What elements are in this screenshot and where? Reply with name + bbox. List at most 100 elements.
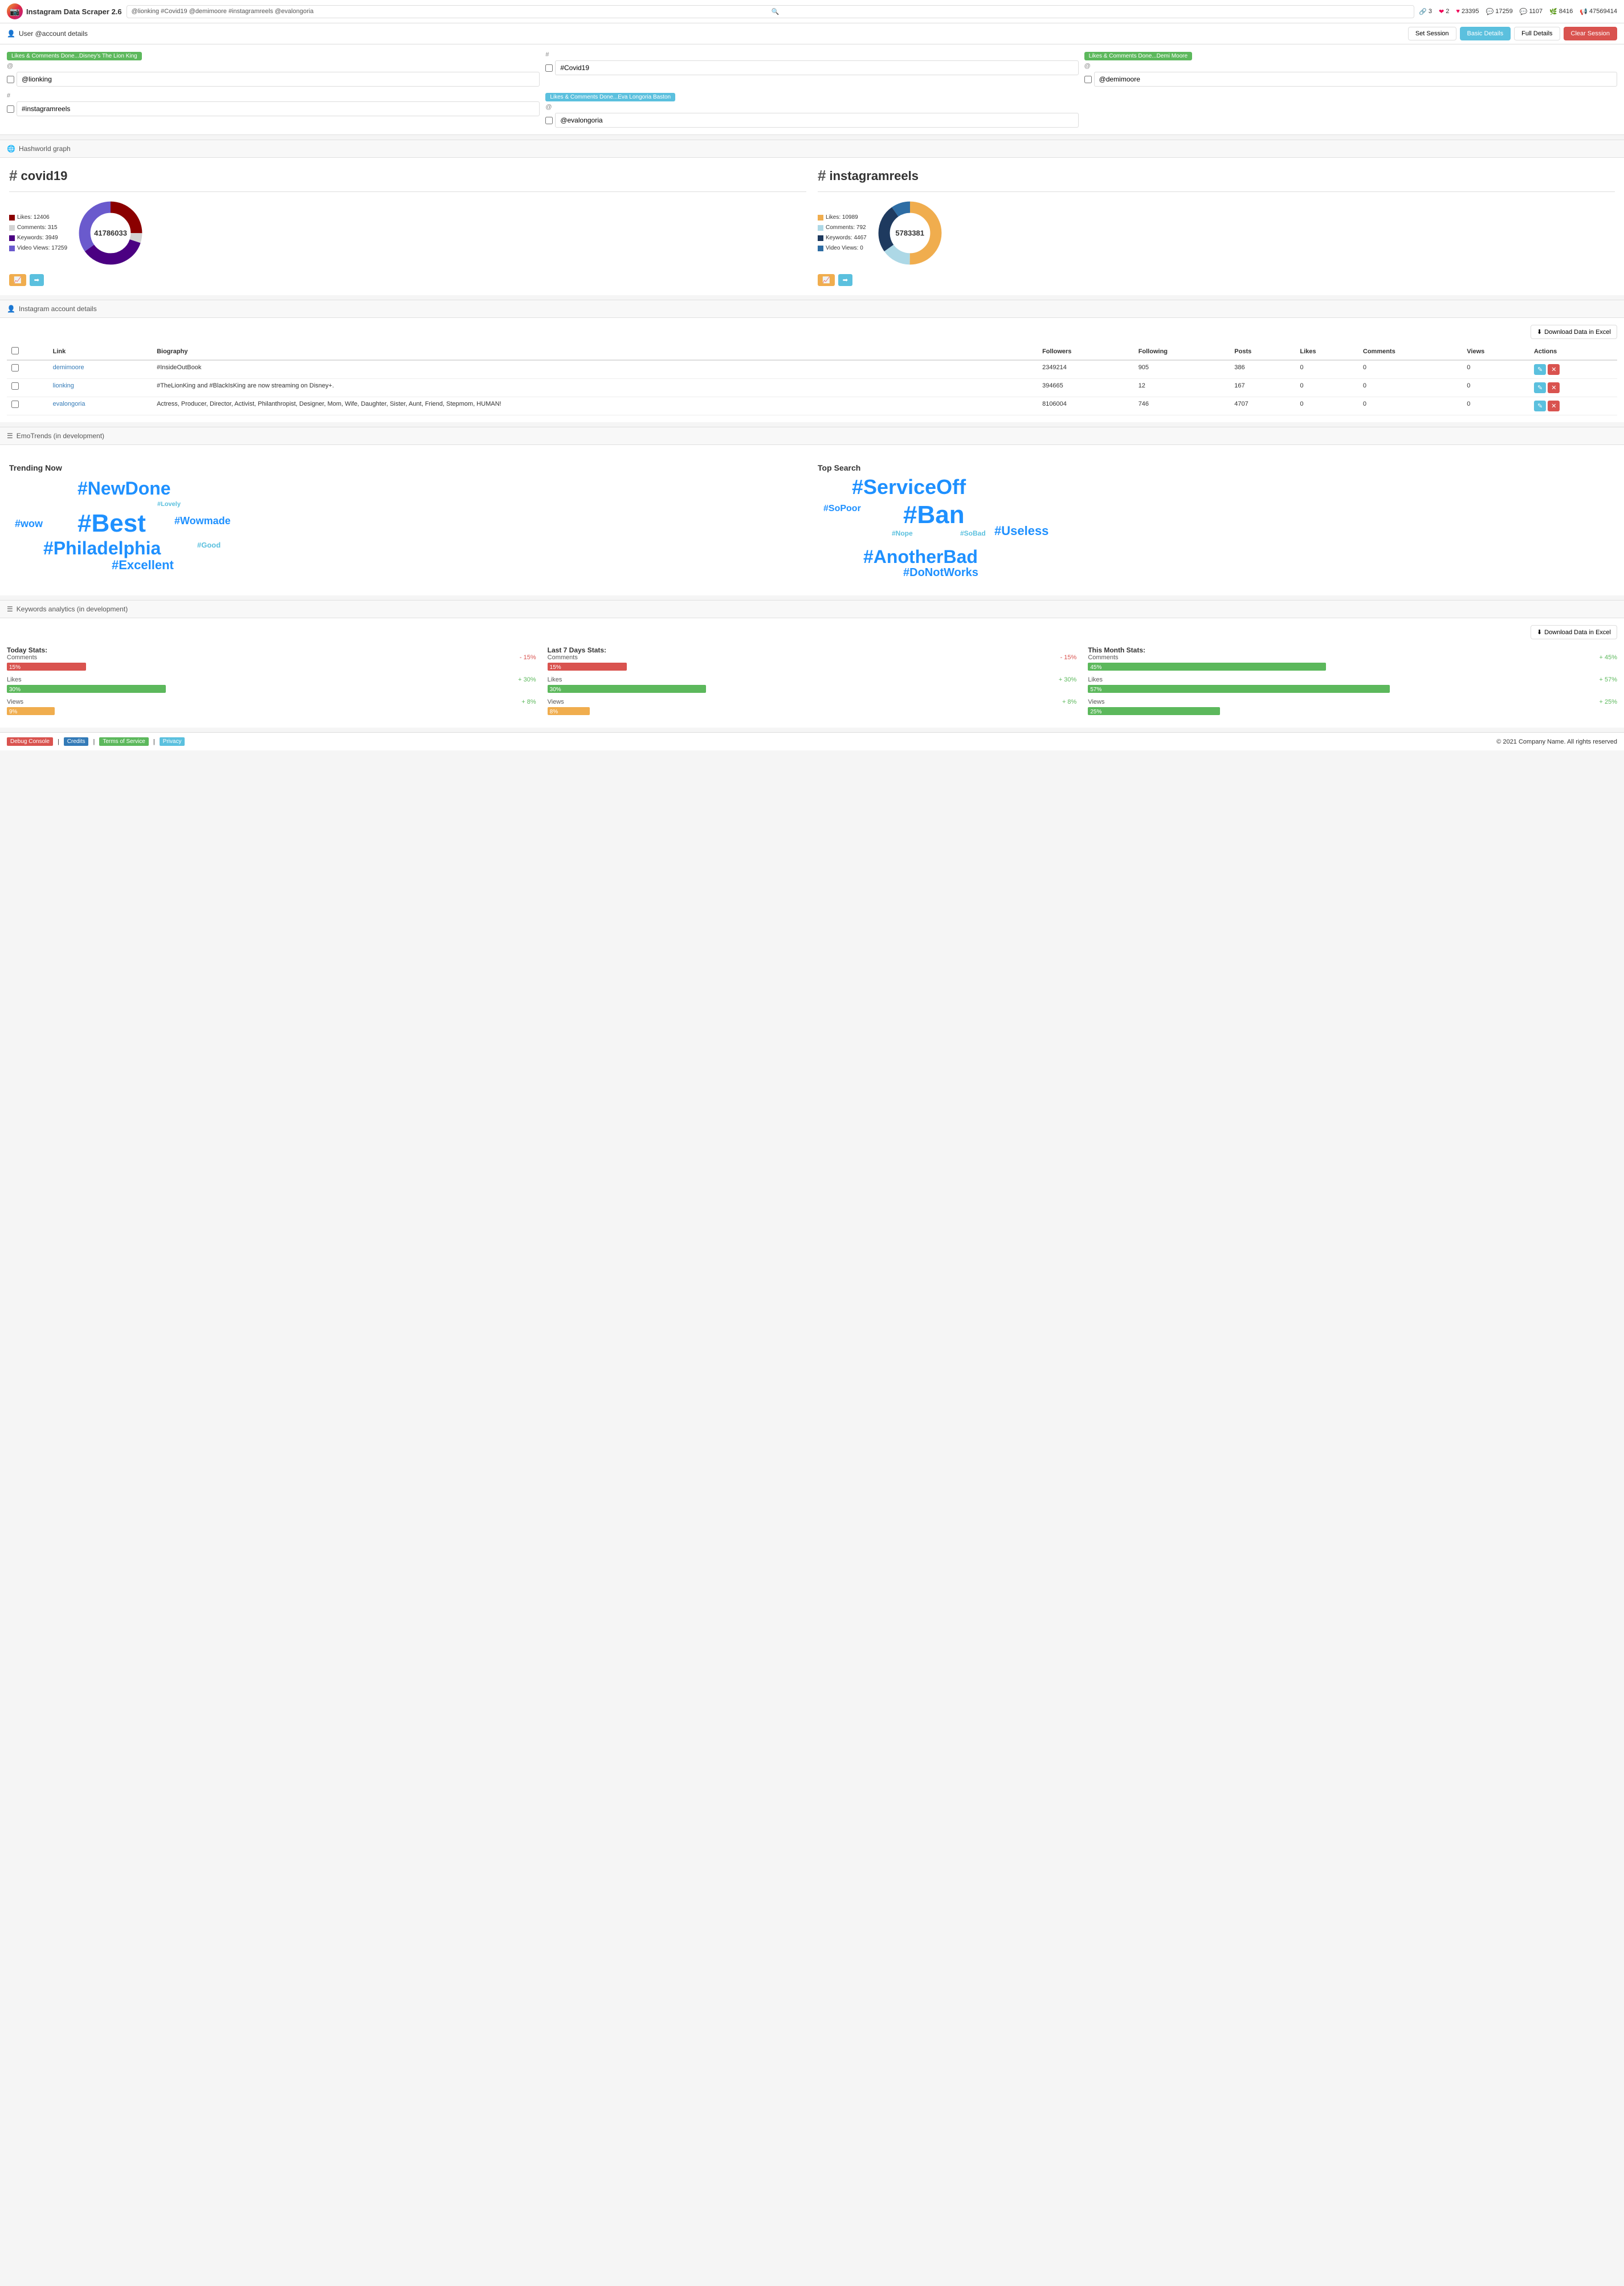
- covid19-field[interactable]: [555, 60, 1078, 75]
- instagramreels-field[interactable]: [17, 101, 540, 116]
- footer-link-1[interactable]: Credits: [64, 737, 89, 746]
- evalongoria-checkbox[interactable]: [545, 117, 553, 124]
- legend-views-covid19: Video Views: 17259: [9, 243, 67, 254]
- legend-likes-label-ir: Likes: 10989: [826, 213, 858, 223]
- lionking-checkbox[interactable]: [7, 76, 14, 83]
- row-checkbox-input-2[interactable]: [11, 401, 19, 408]
- stat-row-header-0: Comments - 15%: [548, 654, 1077, 661]
- last7-stats-list: Comments - 15% 15% Likes + 30% 30% Views…: [548, 654, 1077, 715]
- row-link-anchor-1[interactable]: lionking: [53, 382, 74, 389]
- table-header-row: Link Biography Followers Following Posts…: [7, 344, 1617, 360]
- row-link-anchor-2[interactable]: evalongoria: [53, 401, 85, 407]
- lionking-tag: Likes & Comments Done...Disney's The Lio…: [7, 52, 142, 60]
- legend-dot-keywords-ir: [818, 235, 823, 241]
- account-table-body: demimoore #InsideOutBook 2349214 905 386…: [7, 360, 1617, 415]
- keywords-download-button[interactable]: ⬇ Download Data in Excel: [1531, 625, 1617, 639]
- trending-now-title: Trending Now: [9, 463, 806, 472]
- lionking-prefix: @: [7, 63, 540, 70]
- footer-link-0[interactable]: Debug Console: [7, 737, 53, 746]
- footer-link-3[interactable]: Privacy: [160, 737, 185, 746]
- stat-row-1: Likes + 30% 30%: [7, 676, 536, 693]
- lionking-field[interactable]: [17, 72, 540, 87]
- hashworld-label: Hashworld graph: [19, 145, 71, 153]
- wordcloud-word: #NewDone: [77, 478, 171, 499]
- stat-row-header-2: Views + 8%: [548, 699, 1077, 705]
- evalongoria-field[interactable]: [555, 113, 1078, 128]
- last7-stats-title: Last 7 Days Stats:: [548, 646, 1077, 654]
- hash-chart-button-covid19[interactable]: 📈: [9, 274, 26, 286]
- search-text: @lionking #Covid19 @demimoore #instagram…: [132, 8, 769, 15]
- stat-row-0: Comments + 45% 45%: [1088, 654, 1617, 671]
- instagramreels-checkbox[interactable]: [7, 105, 14, 113]
- full-details-button[interactable]: Full Details: [1514, 27, 1560, 40]
- stat-links: 🔗 3: [1419, 8, 1432, 15]
- progress-bar-1: 57%: [1088, 685, 1389, 693]
- edit-button-1[interactable]: ✎: [1534, 382, 1546, 393]
- app-logo: 📷 Instagram Data Scraper 2.6: [7, 3, 122, 19]
- stat-row-0: Comments - 15% 15%: [7, 654, 536, 671]
- edit-button-2[interactable]: ✎: [1534, 401, 1546, 411]
- col-followers: Followers: [1038, 344, 1134, 360]
- today-stats-col: Today Stats: Comments - 15% 15% Likes + …: [7, 646, 536, 721]
- row-following-2: 746: [1134, 397, 1230, 415]
- set-session-button[interactable]: Set Session: [1408, 27, 1456, 40]
- covid19-checkbox[interactable]: [545, 64, 553, 72]
- basic-details-button[interactable]: Basic Details: [1460, 27, 1511, 40]
- hash-export-button-covid19[interactable]: ➡: [30, 274, 44, 286]
- hash-symbol-instagramreels: #: [818, 167, 826, 185]
- edit-button-0[interactable]: ✎: [1534, 364, 1546, 375]
- search-icon[interactable]: 🔍: [772, 8, 1409, 15]
- wordcloud-word: #Excellent: [112, 558, 174, 573]
- table-row: evalongoria Actress, Producer, Director,…: [7, 397, 1617, 415]
- wordcloud-word: #Philadelphia: [43, 538, 161, 559]
- search-bar[interactable]: @lionking #Covid19 @demimoore #instagram…: [127, 5, 1415, 18]
- row-views-1: 0: [1462, 379, 1529, 397]
- wordcloud-word: #Nope: [892, 529, 913, 537]
- delete-button-1[interactable]: ✕: [1548, 382, 1560, 393]
- hash-export-button-ir[interactable]: ➡: [838, 274, 852, 286]
- search-item-evalongoria: Likes & Comments Done...Eva Longoria Bas…: [545, 92, 1078, 128]
- row-views-0: 0: [1462, 360, 1529, 379]
- hash-divider-instagramreels: [818, 191, 1615, 192]
- keywords-download-bar: ⬇ Download Data in Excel: [7, 625, 1617, 639]
- wordcloud-word: #AnotherBad: [863, 546, 978, 568]
- stat-comments: 💬 17259: [1486, 8, 1513, 15]
- legend-likes-instagramreels: Likes: 10989: [818, 213, 867, 223]
- delete-button-0[interactable]: ✕: [1548, 364, 1560, 375]
- clear-session-button[interactable]: Clear Session: [1564, 27, 1617, 40]
- row-link-anchor-0[interactable]: demimoore: [53, 364, 84, 371]
- search-section: Likes & Comments Done...Disney's The Lio…: [0, 44, 1624, 135]
- hash-chart-button-ir[interactable]: 📈: [818, 274, 835, 286]
- wordcloud-word: #Ban: [903, 501, 965, 529]
- link-icon: 🔗: [1419, 8, 1427, 15]
- last7-stats-col: Last 7 Days Stats: Comments - 15% 15% Li…: [548, 646, 1077, 721]
- row-actions-0: ✎ ✕: [1529, 360, 1617, 379]
- hashworld-icon: 🌐: [7, 145, 15, 153]
- row-checkbox-input-1[interactable]: [11, 382, 19, 390]
- legend-keywords-instagramreels: Keywords: 4467: [818, 233, 867, 243]
- wordcloud-word: #wow: [15, 518, 43, 530]
- footer-link-2[interactable]: Terms of Service: [99, 737, 148, 746]
- hash-chart-covid19: 41786033: [76, 199, 145, 267]
- stat-messages: 💬 1107: [1520, 8, 1543, 15]
- hashworld-section-header: 🌐 Hashworld graph: [0, 140, 1624, 158]
- delete-button-2[interactable]: ✕: [1548, 401, 1560, 411]
- select-all-checkbox[interactable]: [11, 347, 19, 354]
- stat-change-1: + 30%: [518, 676, 536, 683]
- stat-change-2: + 8%: [1062, 699, 1076, 705]
- row-checkbox-input-0[interactable]: [11, 364, 19, 372]
- demimoore-tag: Likes & Comments Done...Demi Moore: [1084, 52, 1192, 60]
- stat-label-2: Views: [1088, 699, 1104, 705]
- progress-bar-2: 25%: [1088, 707, 1220, 715]
- keywords-download-label: Download Data in Excel: [1544, 629, 1611, 636]
- stat-comments-value: 17259: [1495, 8, 1513, 15]
- row-link-1: lionking: [48, 379, 152, 397]
- col-comments: Comments: [1358, 344, 1462, 360]
- demimoore-checkbox[interactable]: [1084, 76, 1092, 83]
- legend-dot-comments-ir: [818, 225, 823, 231]
- demimoore-field[interactable]: [1094, 72, 1617, 87]
- stat-row-header-2: Views + 25%: [1088, 699, 1617, 705]
- hash-content-instagramreels: Likes: 10989 Comments: 792 Keywords: 446…: [818, 199, 1615, 267]
- account-download-button[interactable]: ⬇ Download Data in Excel: [1531, 325, 1617, 339]
- stat-row-1: Likes + 30% 30%: [548, 676, 1077, 693]
